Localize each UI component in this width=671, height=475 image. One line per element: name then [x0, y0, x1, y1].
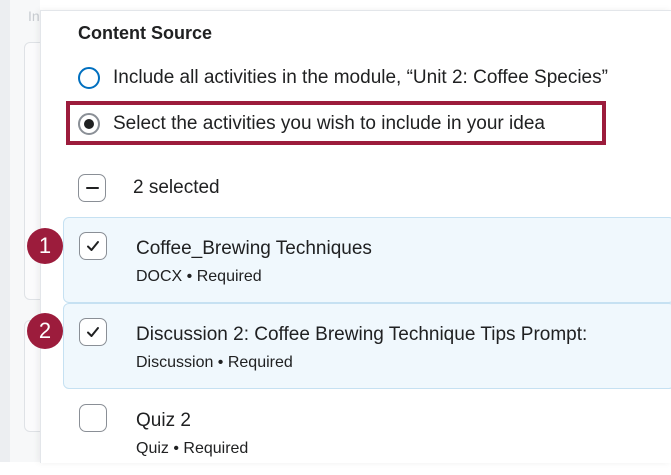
activity-title[interactable]: Coffee_Brewing Techniques: [136, 238, 372, 260]
radio-selected-dot: [84, 119, 94, 129]
radio-button-unselected[interactable]: [78, 67, 100, 89]
background-strip: [0, 0, 10, 462]
callout-badge-1: 1: [27, 228, 63, 264]
radio-label-include-all: Include all activities in the module, “U…: [113, 67, 608, 88]
activity-checkbox[interactable]: [79, 404, 107, 432]
background-partial-text: In: [28, 8, 40, 24]
select-all-checkbox[interactable]: [78, 174, 106, 202]
checkmark-icon: [87, 327, 99, 337]
selected-count: 2 selected: [133, 177, 220, 198]
content-source-panel: Content Source Include all activities in…: [40, 10, 671, 463]
content-source-heading: Content Source: [78, 23, 213, 43]
activity-row[interactable]: Discussion 2: Coffee Brewing Technique T…: [63, 303, 671, 389]
radio-select-activities[interactable]: Select the activities you wish to includ…: [78, 113, 545, 135]
activity-meta: Discussion • Required: [136, 354, 293, 371]
checkmark-icon: [87, 241, 99, 251]
activity-row[interactable]: Coffee_Brewing Techniques DOCX • Require…: [63, 217, 671, 303]
select-all-row: 2 selected: [78, 174, 220, 202]
radio-include-all-activities[interactable]: Include all activities in the module, “U…: [78, 67, 608, 89]
activity-checkbox[interactable]: [79, 232, 107, 260]
callout-badge-2: 2: [27, 313, 63, 349]
radio-label-select-activities: Select the activities you wish to includ…: [113, 113, 545, 134]
minus-icon: [85, 186, 99, 190]
radio-button-selected[interactable]: [78, 113, 100, 135]
activity-title[interactable]: Discussion 2: Coffee Brewing Technique T…: [136, 324, 587, 346]
activity-title[interactable]: Quiz 2: [136, 410, 191, 432]
activity-row[interactable]: Quiz 2 Quiz • Required: [63, 389, 671, 475]
activity-meta: DOCX • Required: [136, 268, 262, 285]
activity-meta: Quiz • Required: [136, 440, 249, 457]
activity-checkbox[interactable]: [79, 318, 107, 346]
